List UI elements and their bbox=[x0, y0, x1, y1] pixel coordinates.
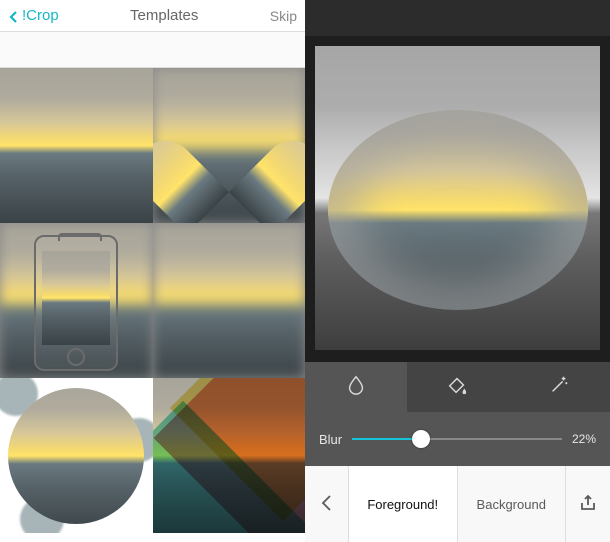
geometric-overlay-icon bbox=[153, 378, 306, 533]
editor-screen: Blur 22% Foreground! Background bbox=[305, 0, 610, 542]
templates-screen: !Crop Templates Skip bbox=[0, 0, 305, 542]
back-button[interactable]: !Crop bbox=[8, 7, 59, 24]
drop-icon bbox=[345, 374, 367, 401]
phone-frame-icon bbox=[34, 235, 118, 371]
canvas-focus-area bbox=[328, 110, 588, 310]
paint-bucket-icon bbox=[446, 374, 468, 401]
editor-top-bar bbox=[305, 0, 610, 36]
sunset-thumbnail bbox=[0, 68, 153, 223]
page-title: Templates bbox=[130, 7, 198, 24]
magic-wand-icon bbox=[548, 374, 570, 401]
tool-fill[interactable] bbox=[407, 362, 509, 412]
toolbar-strip bbox=[0, 32, 305, 68]
template-geometric[interactable] bbox=[153, 378, 306, 533]
editor-canvas[interactable] bbox=[315, 46, 600, 350]
slider-thumb[interactable] bbox=[412, 430, 430, 448]
chevron-left-icon bbox=[318, 494, 336, 515]
slider-fill bbox=[352, 438, 421, 440]
templates-grid bbox=[0, 68, 305, 542]
tool-magic[interactable] bbox=[508, 362, 610, 412]
heart-shape-icon bbox=[153, 68, 306, 223]
tool-tabs bbox=[305, 362, 610, 412]
tab-foreground[interactable]: Foreground! bbox=[349, 466, 458, 542]
template-splash[interactable] bbox=[0, 378, 153, 533]
back-button[interactable] bbox=[305, 466, 349, 542]
template-phone[interactable] bbox=[0, 223, 153, 378]
template-plain[interactable] bbox=[0, 68, 153, 223]
chevron-left-icon bbox=[8, 10, 20, 22]
tab-background[interactable]: Background bbox=[458, 466, 567, 542]
blur-slider[interactable] bbox=[352, 438, 562, 440]
bottom-bar: Foreground! Background bbox=[305, 466, 610, 542]
tool-blur[interactable] bbox=[305, 362, 407, 412]
template-heart[interactable] bbox=[153, 68, 306, 223]
skip-button[interactable]: Skip bbox=[270, 8, 297, 24]
share-icon bbox=[579, 494, 597, 515]
blur-slider-row: Blur 22% bbox=[305, 412, 610, 466]
template-blur[interactable] bbox=[153, 223, 306, 378]
sunset-thumbnail bbox=[42, 251, 110, 345]
share-button[interactable] bbox=[566, 466, 610, 542]
slider-value: 22% bbox=[572, 432, 596, 446]
back-label: !Crop bbox=[22, 7, 59, 24]
slider-label: Blur bbox=[319, 432, 342, 447]
navbar: !Crop Templates Skip bbox=[0, 0, 305, 32]
sunset-thumbnail-blur bbox=[153, 223, 306, 378]
circle-clip bbox=[8, 388, 144, 524]
